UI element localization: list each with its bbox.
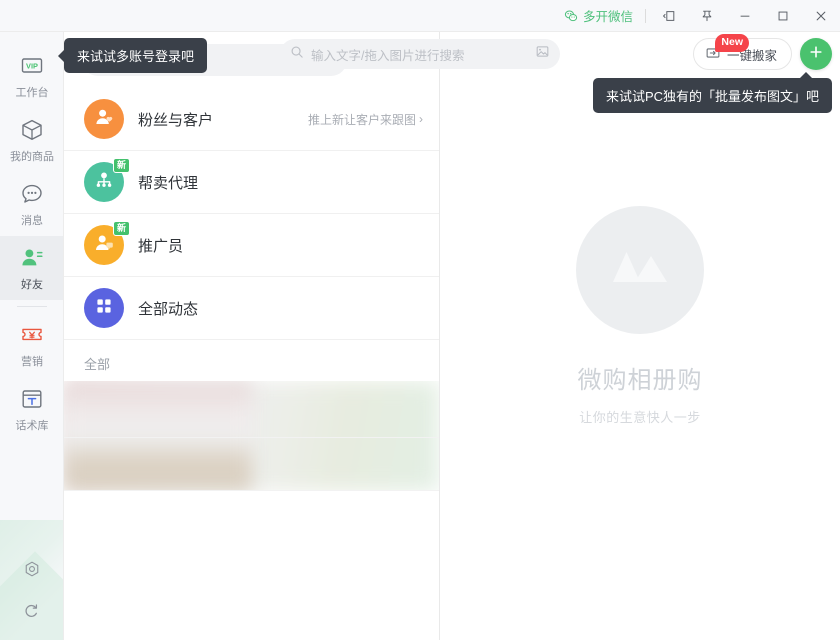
promoter-icon	[92, 231, 116, 260]
avatar: 新	[84, 221, 130, 265]
refresh-icon	[23, 602, 41, 625]
panel-toggle-icon	[662, 9, 676, 23]
detail-pane: 微购相册购 让你的生意快人一步	[440, 32, 840, 640]
close-icon	[814, 9, 828, 23]
multi-open-wechat-button[interactable]: 多开微信	[556, 0, 641, 32]
group-header-all: 全部	[84, 357, 111, 372]
pin-icon	[700, 9, 714, 23]
sidebar-item-messages[interactable]: 消息	[0, 172, 63, 236]
app-window: 多开微信 VIP 工作台 我的商品 消息 好友 营销 话术库 粉丝与客户 推上新…	[0, 0, 840, 640]
refresh-button[interactable]	[19, 600, 45, 626]
svg-text:VIP: VIP	[26, 62, 38, 71]
sidebar-divider	[16, 306, 47, 307]
tooltip-multi-account: 来试试多账号登录吧	[57, 38, 208, 73]
list-item-agents[interactable]: 新 帮卖代理	[64, 151, 439, 214]
minimize-button[interactable]	[726, 0, 764, 32]
vip-badge-icon: VIP	[19, 53, 45, 84]
coupon-icon	[19, 322, 45, 353]
empty-state: 微购相册购 让你的生意快人一步	[576, 206, 704, 426]
one-click-migrate-button[interactable]: 一键搬家 New	[692, 34, 792, 70]
all-feed-icon	[93, 295, 115, 322]
plus-icon	[808, 44, 824, 65]
settings-gear-icon	[23, 560, 41, 583]
entry-list: 粉丝与客户 推上新让客户来跟图 › 新 帮卖代理 新 推广员 全部动态	[64, 88, 439, 340]
sidebar-item-label: 营销	[21, 356, 43, 368]
box-icon	[19, 117, 45, 148]
global-search-input[interactable]: 输入文字/拖入图片进行搜索	[280, 39, 560, 69]
titlebar-separator	[645, 8, 646, 23]
new-badge: 新	[112, 221, 130, 236]
add-new-button[interactable]	[800, 38, 832, 70]
sidebar-item-label: 好友	[21, 279, 43, 291]
sidebar-item-marketing[interactable]: 营销	[0, 313, 63, 377]
pin-button[interactable]	[688, 0, 726, 32]
list-item-label: 推广员	[138, 237, 184, 255]
list-item-fans[interactable]: 粉丝与客户 推上新让客户来跟图 ›	[64, 88, 439, 151]
list-item-label: 粉丝与客户	[138, 111, 214, 129]
multi-open-label: 多开微信	[582, 10, 633, 24]
tooltip-batch-publish: 来试试PC独有的「批量发布图文」吧	[592, 72, 832, 113]
settings-button[interactable]	[19, 558, 45, 584]
new-badge: New	[715, 34, 749, 52]
list-item-label: 全部动态	[138, 300, 199, 318]
title-bar: 多开微信	[0, 0, 840, 32]
sidebar-top-group: VIP 工作台 我的商品 消息 好友 营销 话术库	[0, 32, 63, 441]
sidebar-item-workbench[interactable]: VIP 工作台	[0, 44, 63, 108]
main-body: VIP 工作台 我的商品 消息 好友 营销 话术库 粉丝与客户 推上新让客户来跟…	[0, 32, 840, 640]
sidebar-item-label: 话术库	[15, 420, 49, 432]
close-button[interactable]	[802, 0, 840, 32]
friends-list-panel: 搜索 2 个好友 A Z	[64, 32, 440, 640]
maximize-button[interactable]	[764, 0, 802, 32]
fans-icon	[92, 105, 116, 134]
image-search-icon[interactable]	[535, 44, 550, 64]
chat-bubble-icon	[19, 181, 45, 212]
global-search-placeholder: 输入文字/拖入图片进行搜索	[311, 48, 465, 63]
list-item-all-feed[interactable]: 全部动态	[64, 277, 439, 340]
app-logo	[576, 206, 704, 334]
blurred-contacts-region[interactable]	[64, 381, 439, 491]
new-badge: 新	[112, 158, 130, 173]
avatar	[84, 288, 124, 328]
list-item-hint-text: 推上新让客户来跟图	[307, 112, 416, 127]
agents-icon	[92, 168, 116, 197]
sidebar-item-label: 工作台	[15, 87, 49, 99]
list-item-label: 帮卖代理	[138, 174, 199, 192]
sidebar-bottom-group	[0, 558, 63, 640]
panel-toggle-button[interactable]	[650, 0, 688, 32]
list-item-hint[interactable]: 推上新让客户来跟图 ›	[308, 111, 423, 128]
empty-state-title: 微购相册购	[577, 367, 703, 394]
sidebar-item-friends[interactable]: 好友	[0, 236, 63, 300]
friends-icon	[19, 245, 45, 276]
avatar: 新	[84, 158, 130, 202]
list-item-promoter[interactable]: 新 推广员	[64, 214, 439, 277]
blurred-row-lines	[64, 381, 439, 491]
sidebar-item-label: 我的商品	[10, 151, 54, 163]
avatar	[84, 99, 124, 139]
left-sidebar: VIP 工作台 我的商品 消息 好友 营销 话术库	[0, 32, 64, 640]
maximize-icon	[776, 9, 790, 23]
multi-open-icon	[564, 9, 578, 23]
sidebar-item-my-products[interactable]: 我的商品	[0, 108, 63, 172]
sidebar-item-label: 消息	[21, 215, 43, 227]
search-icon	[290, 45, 304, 64]
text-library-icon	[19, 386, 45, 417]
sidebar-item-script-library[interactable]: 话术库	[0, 377, 63, 441]
mountain-logo-icon	[610, 246, 670, 295]
empty-state-subtitle: 让你的生意快人一步	[579, 410, 701, 425]
chevron-right-icon: ›	[419, 112, 423, 126]
minimize-icon	[738, 9, 752, 23]
